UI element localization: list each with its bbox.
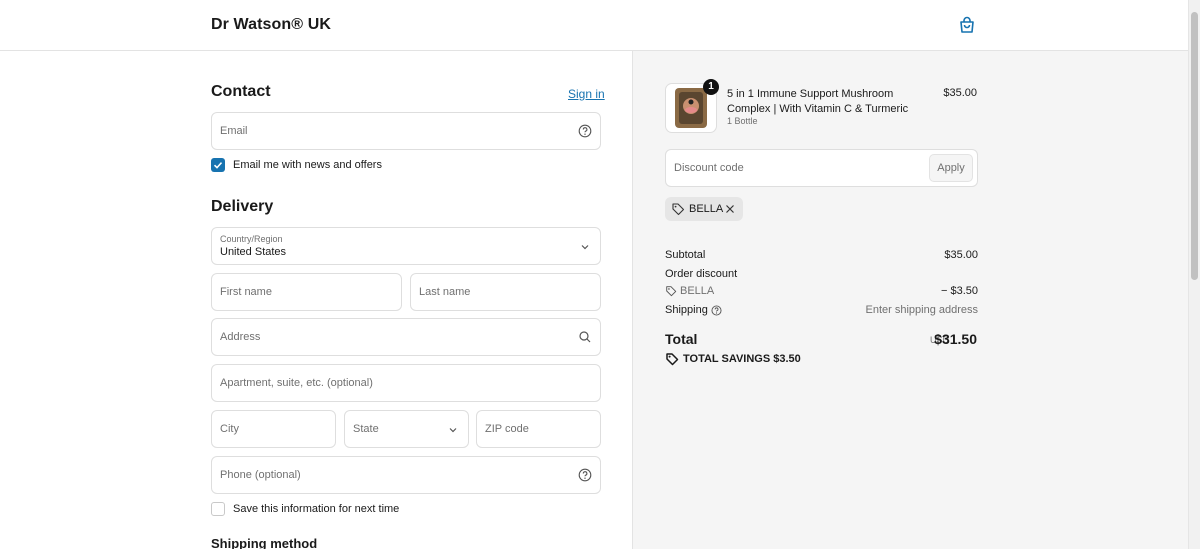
quantity-badge: 1 (703, 79, 719, 95)
subtotal-row: Subtotal $35.00 (665, 249, 978, 261)
total-value: $31.50 (934, 331, 977, 347)
country-select[interactable]: Country/Region United States (211, 227, 601, 265)
product-price: $35.00 (943, 87, 977, 99)
email-placeholder: Email (220, 125, 248, 137)
discount-placeholder: Discount code (674, 162, 744, 174)
total-savings: TOTAL SAVINGS $3.50 (683, 353, 801, 365)
country-label: Country/Region (220, 234, 283, 244)
chevron-down-icon (581, 245, 589, 250)
email-field[interactable]: Email (211, 112, 601, 150)
apartment-field[interactable]: Apartment, suite, etc. (optional) (211, 364, 601, 402)
shipping-method-heading: Shipping method (211, 536, 318, 549)
state-select[interactable]: State (344, 410, 469, 448)
email-news-checkbox[interactable] (211, 158, 225, 172)
savings-value: $3.50 (773, 353, 801, 365)
order-discount-label: Order discount (665, 268, 738, 280)
last-name-placeholder: Last name (419, 286, 471, 298)
shopping-bag-icon[interactable] (958, 16, 976, 34)
delivery-heading: Delivery (211, 198, 274, 215)
city-placeholder: City (220, 423, 239, 435)
discount-code-label: BELLA (680, 285, 715, 297)
apartment-placeholder: Apartment, suite, etc. (optional) (220, 377, 373, 389)
last-name-field[interactable]: Last name (410, 273, 601, 311)
chevron-down-icon (449, 428, 457, 433)
help-icon[interactable] (711, 305, 722, 316)
order-summary: 1 5 in 1 Immune Support Mushroom Complex… (632, 51, 1188, 549)
applied-code: BELLA (689, 203, 724, 215)
savings-tag-icon (666, 353, 679, 366)
order-discount-row: Order discount (665, 268, 978, 280)
city-field[interactable]: City (211, 410, 336, 448)
apply-discount-button[interactable]: Apply (929, 154, 973, 182)
phone-placeholder: Phone (optional) (220, 469, 301, 481)
first-name-placeholder: First name (220, 286, 272, 298)
email-news-label: Email me with news and offers (233, 159, 382, 171)
phone-field[interactable]: Phone (optional) (211, 456, 601, 494)
applied-discount-tag: BELLA (665, 197, 743, 221)
scrollbar[interactable] (1188, 0, 1200, 549)
scrollbar-thumb[interactable] (1191, 12, 1198, 280)
total-label: Total (665, 331, 698, 347)
address-field[interactable]: Address (211, 318, 601, 356)
header: Dr Watson® UK (0, 0, 1188, 51)
shipping-label: Shipping (665, 304, 708, 316)
first-name-field[interactable]: First name (211, 273, 402, 311)
save-info-label: Save this information for next time (233, 503, 400, 515)
shipping-value: Enter shipping address (865, 304, 978, 316)
sign-in-link[interactable]: Sign in (568, 87, 605, 101)
product-name: 5 in 1 Immune Support Mushroom Complex |… (727, 88, 909, 115)
shipping-row: Shipping Enter shipping address (665, 304, 978, 316)
remove-discount-icon[interactable] (725, 204, 735, 214)
discount-value: − $3.50 (940, 285, 978, 297)
tag-icon (666, 286, 677, 297)
product-variant: 1 Bottle (727, 116, 758, 126)
contact-heading: Contact (211, 83, 271, 100)
save-info-checkbox[interactable] (211, 502, 225, 516)
savings-label: TOTAL SAVINGS (683, 353, 771, 365)
help-icon[interactable] (578, 468, 592, 482)
search-icon (579, 331, 591, 343)
tag-icon (672, 203, 685, 216)
state-placeholder: State (353, 423, 379, 435)
checkout-form: Contact Sign in Email Email me with news… (0, 51, 632, 549)
address-placeholder: Address (220, 331, 261, 343)
brand-logo[interactable]: Dr Watson® UK (211, 16, 331, 34)
help-icon[interactable] (578, 124, 592, 138)
subtotal-label: Subtotal (665, 249, 706, 261)
checkmark-icon (213, 162, 223, 169)
zip-field[interactable]: ZIP code (476, 410, 601, 448)
zip-placeholder: ZIP code (485, 423, 529, 435)
subtotal-value: $35.00 (944, 249, 978, 261)
discount-code-field[interactable]: Discount code Apply (665, 149, 978, 187)
country-value: United States (220, 246, 287, 258)
